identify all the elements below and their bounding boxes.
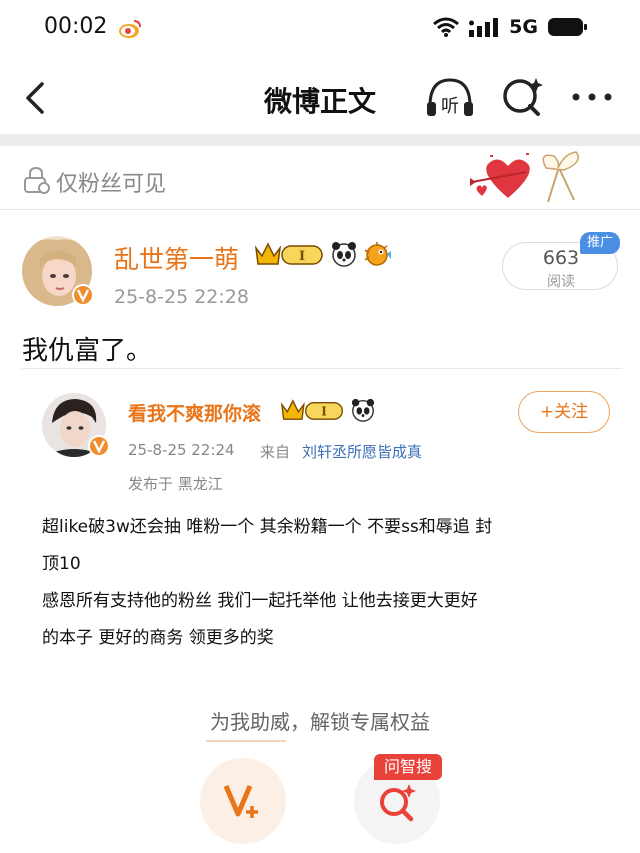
divider-band bbox=[0, 134, 640, 146]
svg-text:I: I bbox=[299, 249, 305, 264]
repost-location: 发布于 黑龙江 bbox=[128, 475, 223, 493]
reposted-card[interactable]: 看我不爽那你滚 I +关注 25-8-25 22:24 来自 刘轩丞所愿皆成真 … bbox=[22, 368, 622, 658]
wifi-icon bbox=[433, 17, 460, 37]
repost-timestamp: 25-8-25 22:24 bbox=[128, 441, 235, 459]
crown-level-badge-icon[interactable]: I bbox=[254, 240, 326, 268]
network-label: 5G bbox=[509, 16, 538, 38]
verified-badge-icon bbox=[72, 284, 94, 306]
ai-search-tag: 问智搜 bbox=[374, 754, 442, 780]
follow-button[interactable]: +关注 bbox=[518, 391, 610, 433]
post-timestamp: 25-8-25 22:28 bbox=[114, 286, 249, 308]
lock-icon bbox=[24, 166, 50, 194]
ai-search-icon[interactable] bbox=[500, 74, 546, 120]
author-name[interactable]: 乱世第一萌 bbox=[114, 240, 239, 276]
pufferfish-icon[interactable] bbox=[362, 240, 392, 268]
battery-icon bbox=[548, 18, 587, 36]
read-label: 阅读 bbox=[547, 274, 575, 290]
signal-icon bbox=[469, 18, 499, 37]
support-prompt: 为我助威，解锁专属权益 bbox=[210, 710, 430, 734]
panda-icon[interactable] bbox=[330, 240, 358, 268]
weibo-app-icon bbox=[119, 20, 141, 38]
repost-author-badges: I bbox=[280, 397, 376, 423]
listen-button[interactable]: 听 bbox=[424, 74, 476, 122]
status-bar: 00:02 5G bbox=[0, 0, 640, 58]
more-icon[interactable] bbox=[570, 82, 614, 112]
search-spark-icon bbox=[380, 784, 416, 822]
repost-body-line: 顶10 bbox=[42, 554, 81, 574]
verified-badge-icon bbox=[88, 435, 110, 457]
promote-tag[interactable]: 推广 bbox=[580, 232, 620, 254]
repost-source-link[interactable]: 刘轩丞所愿皆成真 bbox=[302, 441, 422, 462]
repost-body: 超like破3w还会抽 唯粉一个 其余粉籍一个 不要ss和辱追 封 顶10 感恩… bbox=[42, 509, 602, 657]
heart-bow-decoration bbox=[470, 151, 579, 203]
panda-icon[interactable] bbox=[350, 397, 376, 423]
post-text: 我仇富了。 bbox=[22, 336, 153, 366]
repost-body-line: 的本子 更好的商务 领更多的奖 bbox=[42, 628, 274, 648]
repost-body-line: 感恩所有支持他的粉丝 我们一起托举他 让他去接更大更好 bbox=[42, 591, 478, 611]
repost-author-name[interactable]: 看我不爽那你滚 bbox=[128, 399, 261, 426]
repost-source-prefix: 来自 bbox=[260, 443, 291, 461]
support-underline bbox=[206, 740, 286, 742]
repost-body-line: 超like破3w还会抽 唯粉一个 其余粉籍一个 不要ss和辱追 封 bbox=[42, 517, 493, 537]
svg-text:I: I bbox=[321, 405, 327, 419]
v-plus-icon bbox=[223, 785, 258, 818]
nav-bar: 微博正文 听 bbox=[0, 60, 640, 132]
status-time: 00:02 bbox=[44, 14, 108, 39]
crown-level-badge-icon[interactable]: I bbox=[280, 397, 346, 423]
visibility-bar: 仅粉丝可见 bbox=[0, 146, 640, 210]
visibility-label: 仅粉丝可见 bbox=[56, 172, 167, 197]
author-badges: I bbox=[254, 240, 392, 268]
support-v-button[interactable] bbox=[200, 758, 286, 844]
svg-text:听: 听 bbox=[441, 96, 459, 117]
headphones-icon: 听 bbox=[427, 78, 473, 117]
